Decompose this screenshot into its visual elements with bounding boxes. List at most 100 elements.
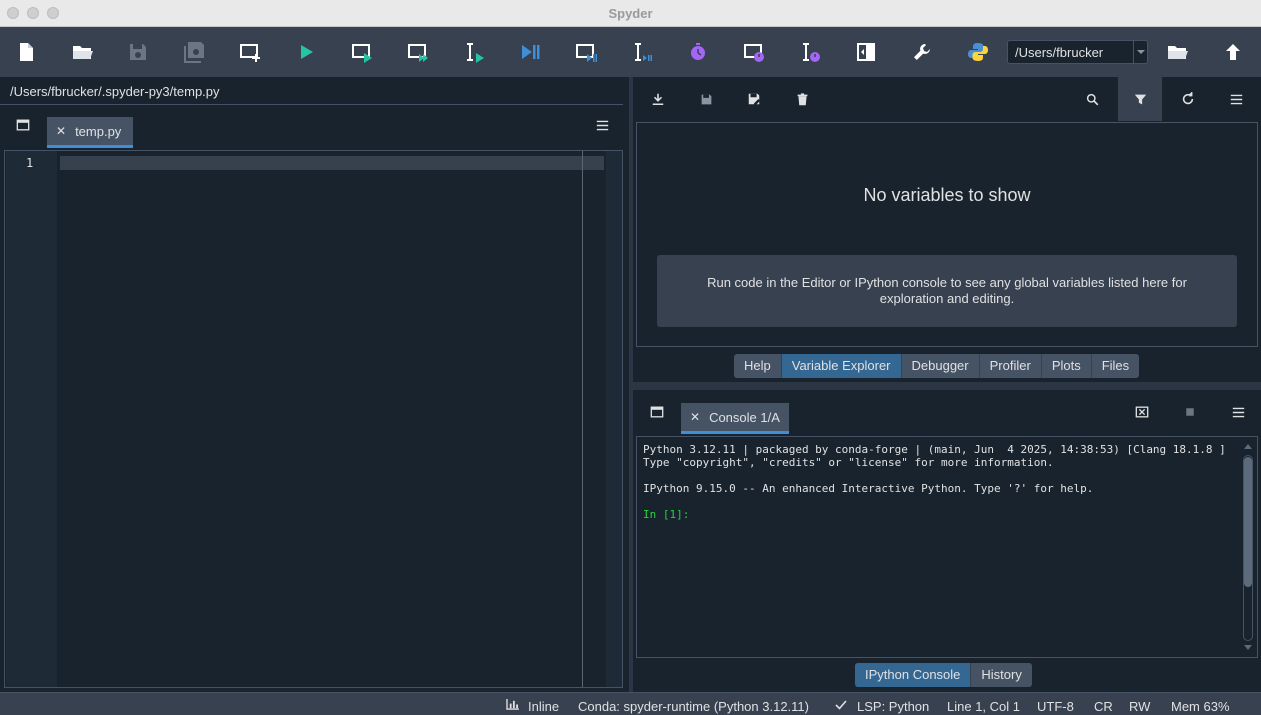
refresh-variables-button[interactable] [1178,89,1198,109]
import-data-button[interactable] [648,89,668,109]
browse-consoles-button[interactable] [647,402,667,422]
variable-explorer-empty-state: No variables to show Run code in the Edi… [636,122,1258,347]
filter-icon [1134,94,1146,104]
tab-ipython-console[interactable]: IPython Console [855,663,972,687]
stopwatch-icon [691,43,705,60]
debug-button[interactable] [516,38,544,66]
save-icon [701,94,711,104]
maximize-pane-button[interactable] [852,38,880,66]
tab-plots[interactable]: Plots [1042,354,1092,378]
save-as-icon [748,93,761,106]
tab-debugger[interactable]: Debugger [902,354,980,378]
profile-cell-icon [744,44,764,62]
tab-history[interactable]: History [971,663,1031,687]
debug-selection-button[interactable] [628,38,656,66]
variable-explorer-pane: No variables to show Run code in the Edi… [633,77,1261,382]
status-conda-env[interactable]: Conda: spyder-runtime (Python 3.12.11) [578,699,809,714]
run-cell-advance-button[interactable] [404,38,432,66]
chevron-down-icon[interactable] [1133,40,1148,64]
tab-variable-explorer[interactable]: Variable Explorer [781,354,902,378]
run-selection-button[interactable] [460,38,488,66]
console-scrollbar[interactable] [1241,441,1255,653]
console-tab-label: Console 1/A [709,409,780,425]
new-file-icon [20,43,33,61]
new-file-button[interactable] [12,38,40,66]
open-file-button[interactable] [68,38,96,66]
console-output[interactable]: Python 3.12.11 | packaged by conda-forge… [636,436,1258,658]
code-editor[interactable]: 1 [4,150,623,688]
tab-help[interactable]: Help [734,354,782,378]
new-cell-button[interactable] [236,38,264,66]
console-options-button[interactable] [1228,402,1248,422]
parent-directory-button[interactable] [1219,38,1247,66]
clear-console-icon [1135,406,1149,418]
editor-options-button[interactable] [592,115,612,135]
editor-scrollbar[interactable] [606,151,622,687]
debug-cell-button[interactable] [572,38,600,66]
empty-state-description: Run code in the Editor or IPython consol… [657,255,1237,327]
ipython-console-pane: ✕ Console 1/A Python 3.12.11 | packaged … [633,390,1261,692]
save-icon [130,44,146,60]
preferences-button[interactable] [908,38,936,66]
divider [0,104,623,105]
save-data-button[interactable] [696,89,716,109]
python-logo-icon [968,43,988,61]
browse-tabs-button[interactable] [13,115,33,135]
window-icon [650,406,664,418]
status-inline-backend[interactable]: Inline [528,699,559,714]
maximize-pane-icon [857,43,875,61]
close-icon[interactable]: ✕ [690,410,700,424]
variable-explorer-options-button[interactable] [1226,89,1246,109]
tab-files[interactable]: Files [1092,354,1139,378]
status-cursor-position: Line 1, Col 1 [947,699,1020,714]
filter-variables-button[interactable] [1130,89,1150,109]
browse-directory-button[interactable] [1163,38,1191,66]
checkmark-icon [835,700,847,710]
close-icon[interactable]: ✕ [56,124,66,138]
search-variables-button[interactable] [1082,89,1102,109]
wrench-icon [914,44,930,60]
profile-cell-button[interactable] [740,38,768,66]
run-selection-icon [467,43,484,63]
clear-console-button[interactable] [1132,402,1152,422]
status-bar: Inline Conda: spyder-runtime (Python 3.1… [0,692,1261,715]
remove-all-variables-button[interactable] [792,89,812,109]
run-cell-icon [352,44,372,63]
spyder-window: Spyder /Users/fbrucker /Users/fbrucker/.… [0,0,1261,715]
horizontal-splitter[interactable] [633,382,1261,390]
scroll-thumb[interactable] [1244,457,1252,587]
pythonpath-manager-button[interactable] [964,38,992,66]
scroll-down-icon[interactable] [1241,643,1255,653]
run-cell-advance-icon [408,44,428,62]
profile-button[interactable] [684,38,712,66]
arrow-up-icon [1226,44,1240,60]
trash-icon [797,92,807,105]
profile-selection-button[interactable] [796,38,824,66]
bottom-pane-tabbar: IPython Console History [855,663,1032,687]
window-title: Spyder [608,6,653,21]
editor-tab-temp-py[interactable]: ✕ temp.py [47,117,133,148]
status-memory: Mem 63% [1171,699,1230,714]
run-button[interactable] [292,38,320,66]
run-cell-button[interactable] [348,38,376,66]
scroll-up-icon[interactable] [1241,441,1255,451]
console-tab[interactable]: ✕ Console 1/A [681,403,789,434]
save-file-button[interactable] [124,38,152,66]
editor-tab-label: temp.py [75,123,122,139]
stop-icon [1186,408,1194,416]
console-line: IPython 9.15.0 -- An enhanced Interactiv… [643,482,1094,495]
line-number-gutter: 1 [6,151,57,687]
open-folder-icon [1168,46,1188,59]
new-cell-icon [240,44,260,62]
tab-profiler[interactable]: Profiler [980,354,1042,378]
line-number: 1 [26,156,34,170]
save-all-button[interactable] [180,38,208,66]
status-encoding: UTF-8 [1037,699,1074,714]
interrupt-kernel-button[interactable] [1180,402,1200,422]
status-permissions: RW [1129,699,1151,714]
refresh-icon [1182,92,1194,105]
save-data-as-button[interactable] [744,89,764,109]
debug-selection-icon [635,43,652,61]
working-directory-combo[interactable]: /Users/fbrucker [1007,40,1148,64]
status-lsp[interactable]: LSP: Python [857,699,929,714]
